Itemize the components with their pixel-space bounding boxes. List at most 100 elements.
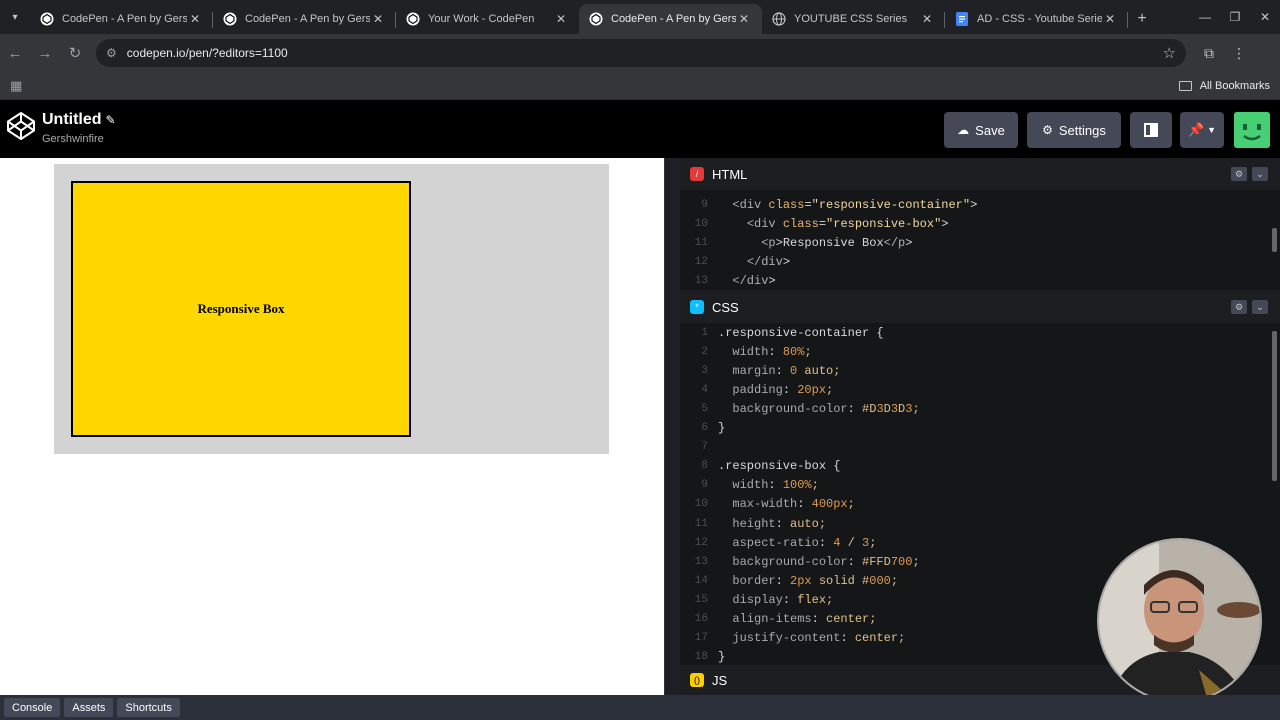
layout-icon: [1144, 123, 1158, 137]
code-line[interactable]: 7: [680, 438, 718, 457]
console-button[interactable]: Console: [4, 698, 61, 717]
css-collapse-icon[interactable]: ⌄: [1252, 300, 1268, 314]
assets-button[interactable]: Assets: [64, 698, 114, 717]
chrome-menu-icon[interactable]: ⋮: [1224, 38, 1254, 68]
user-avatar[interactable]: [1234, 112, 1270, 148]
close-tab-icon[interactable]: ✕: [919, 12, 935, 26]
code-line[interactable]: 1 .responsive-container {: [680, 323, 883, 342]
code-line[interactable]: 15 display: flex;: [680, 590, 833, 609]
code-line[interactable]: 11 <p>Responsive Box</p>: [680, 233, 913, 252]
css-settings-icon[interactable]: ⚙: [1231, 300, 1247, 314]
tab-title: Your Work - CodePen: [428, 13, 535, 25]
browser-tab[interactable]: YOUTUBE CSS Series ✕: [762, 4, 945, 34]
code-line[interactable]: 13 </div>: [680, 271, 776, 290]
code-line[interactable]: 8 .responsive-box {: [680, 457, 840, 476]
code-line[interactable]: 17 justify-content: center;: [680, 629, 905, 648]
minimize-button[interactable]: —: [1190, 0, 1220, 34]
html-scrollbar[interactable]: [1272, 228, 1277, 252]
code-line[interactable]: 10 max-width: 400px;: [680, 495, 855, 514]
code-text: width: 100%;: [732, 478, 819, 493]
preview-pane[interactable]: Responsive Box: [0, 158, 664, 695]
pen-title[interactable]: Untitled ✎: [42, 111, 116, 129]
css-scrollbar[interactable]: [1272, 331, 1277, 481]
browser-tab[interactable]: CodePen - A Pen by Gershw✕: [579, 4, 762, 34]
close-tab-icon[interactable]: ✕: [1102, 12, 1118, 26]
chevron-down-icon: ▼: [1207, 125, 1217, 135]
close-tab-icon[interactable]: ✕: [736, 12, 752, 26]
tab-title: AD - CSS - Youtube Series: [977, 13, 1102, 25]
pin-menu-button[interactable]: 📌 ▼: [1180, 112, 1224, 148]
code-line[interactable]: 3 margin: 0 auto;: [680, 361, 840, 380]
browser-tab[interactable]: CodePen - A Pen by Gershw✕: [30, 4, 213, 34]
code-line[interactable]: 9 <div class="responsive-container">: [680, 195, 977, 214]
browser-tabstrip: ▾ CodePen - A Pen by Gershw✕CodePen - A …: [0, 0, 1280, 34]
close-window-button[interactable]: ✕: [1250, 0, 1280, 34]
site-info-icon[interactable]: ⚙: [106, 46, 117, 60]
line-number: 9: [701, 479, 708, 492]
code-text: aspect-ratio: 4 / 3;: [732, 535, 877, 550]
change-view-button[interactable]: [1130, 112, 1172, 148]
bookmark-star-icon[interactable]: ☆: [1163, 44, 1176, 62]
code-line[interactable]: 10 <div class="responsive-box">: [680, 214, 949, 233]
line-number: 14: [694, 574, 708, 587]
line-number: 4: [701, 383, 708, 396]
all-bookmarks-button[interactable]: All Bookmarks: [1178, 80, 1270, 92]
close-tab-icon[interactable]: ✕: [187, 12, 203, 26]
codepen-icon: [223, 12, 237, 26]
codepen-logo-icon[interactable]: [6, 111, 36, 141]
line-number: 13: [694, 555, 708, 568]
settings-button[interactable]: ⚙ Settings: [1027, 112, 1121, 148]
html-code-area[interactable]: ! 9 <div class="responsive-container">10…: [680, 190, 1280, 290]
line-number: 15: [694, 593, 708, 606]
code-line[interactable]: 16 align-items: center;: [680, 610, 877, 629]
code-line[interactable]: 5 background-color: #D3D3D3;: [680, 399, 919, 418]
code-line[interactable]: 9 width: 100%;: [680, 476, 819, 495]
address-bar[interactable]: ⚙ codepen.io/pen/?editors=1100 ☆: [96, 39, 1186, 67]
code-line[interactable]: 14 border: 2px solid #000;: [680, 571, 898, 590]
forward-button[interactable]: →: [30, 38, 60, 68]
code-line[interactable]: 18}: [680, 648, 725, 665]
line-number: 9: [701, 198, 708, 211]
html-editor-label: HTML: [712, 166, 748, 182]
browser-tab[interactable]: Your Work - CodePen ✕: [396, 4, 579, 34]
shortcuts-button[interactable]: Shortcuts: [117, 698, 180, 717]
line-number: 6: [701, 422, 708, 434]
html-editor-header[interactable]: / HTML ⚙ ⌄: [680, 158, 1280, 190]
save-button[interactable]: ☁ Save: [944, 112, 1018, 148]
code-line[interactable]: 4 padding: 20px;: [680, 380, 833, 399]
html-collapse-icon[interactable]: ⌄: [1252, 167, 1268, 181]
new-tab-button[interactable]: +: [1128, 4, 1156, 34]
html-settings-icon[interactable]: ⚙: [1231, 167, 1247, 181]
code-line[interactable]: 12 </div>: [680, 252, 790, 271]
code-text: justify-content: center;: [732, 631, 906, 646]
extensions-icon[interactable]: ⧉: [1194, 38, 1224, 68]
css-editor-header[interactable]: * CSS ⚙ ⌄: [680, 291, 1280, 323]
line-number: 2: [701, 345, 708, 358]
code-line[interactable]: 12 aspect-ratio: 4 / 3;: [680, 533, 877, 552]
close-tab-icon[interactable]: ✕: [370, 12, 386, 26]
code-text: <p>Responsive Box</p>: [761, 235, 913, 250]
pen-author[interactable]: Gershwinfire: [42, 133, 104, 145]
line-number: 8: [701, 460, 708, 473]
browser-tab[interactable]: CodePen - A Pen by Gershw✕: [213, 4, 396, 34]
line-number: 7: [701, 441, 708, 454]
back-button[interactable]: ←: [0, 38, 30, 68]
maximize-button[interactable]: ❐: [1220, 0, 1250, 34]
pane-resizer[interactable]: [664, 158, 680, 695]
code-line[interactable]: 11 height: auto;: [680, 514, 826, 533]
tab-search-button[interactable]: ▾: [0, 0, 30, 34]
code-line[interactable]: 13 background-color: #FFD700;: [680, 552, 920, 571]
line-number: 11: [694, 517, 708, 530]
browser-tab[interactable]: AD - CSS - Youtube Series ✕: [945, 4, 1128, 34]
reload-button[interactable]: ↻: [60, 38, 90, 68]
folder-icon: [1178, 80, 1192, 91]
bookmarks-bar: ▦ All Bookmarks: [0, 72, 1280, 100]
pin-icon: 📌: [1187, 122, 1205, 137]
line-number: 5: [701, 402, 708, 415]
edit-pencil-icon[interactable]: ✎: [106, 113, 116, 127]
apps-grid-icon[interactable]: ▦: [10, 78, 22, 94]
close-tab-icon[interactable]: ✕: [553, 12, 569, 26]
code-line[interactable]: 2 width: 80%;: [680, 342, 811, 361]
code-line[interactable]: 6}: [680, 419, 725, 438]
tab-title: CodePen - A Pen by Gershw: [611, 13, 736, 25]
